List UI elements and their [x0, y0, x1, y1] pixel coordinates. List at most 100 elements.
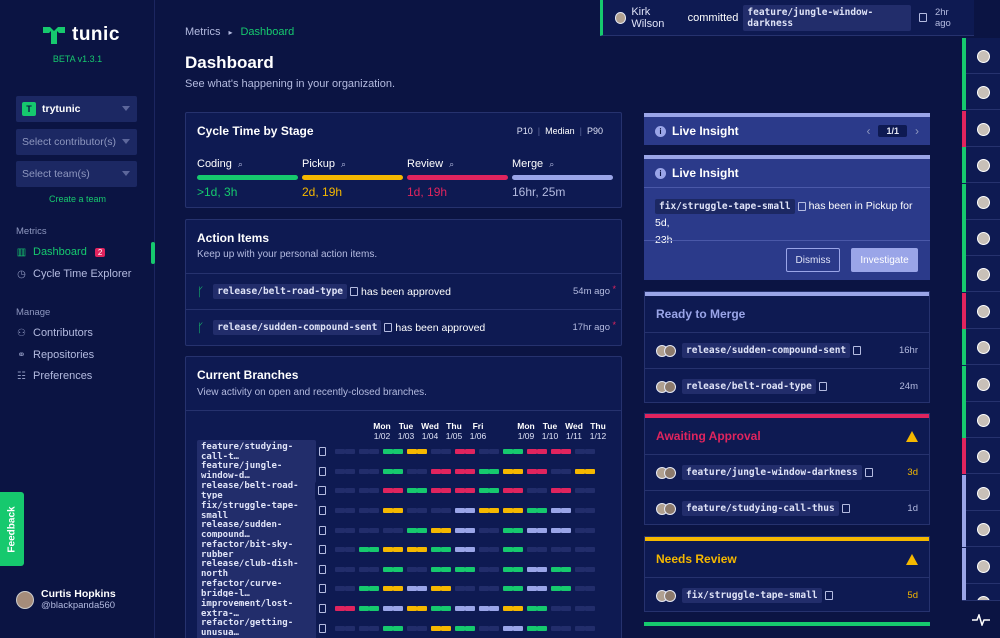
- activity-segment: [335, 449, 345, 455]
- copy-icon[interactable]: [318, 604, 326, 614]
- copy-icon[interactable]: [350, 287, 359, 296]
- list-item[interactable]: release/belt-road-type 24m: [645, 368, 929, 404]
- copy-icon[interactable]: [864, 468, 873, 477]
- feedback-button[interactable]: Feedback: [0, 492, 24, 566]
- activity-segment: [513, 547, 523, 553]
- activity-segment: [527, 625, 537, 631]
- activity-segment: [455, 527, 465, 533]
- copy-icon[interactable]: [318, 447, 326, 457]
- list-item[interactable]: fix/struggle-tape-small 5d: [645, 577, 929, 613]
- stage-merge[interactable]: Merge ⌕ 16hr, 25m: [512, 158, 613, 199]
- activity-item[interactable]: [962, 110, 1000, 147]
- activity-segment: [407, 606, 417, 612]
- activity-item[interactable]: [962, 547, 1000, 584]
- copy-icon[interactable]: [318, 545, 326, 555]
- stage-coding[interactable]: Coding ⌕ >1d, 3h: [197, 158, 298, 199]
- tunic-logo[interactable]: tunic: [42, 24, 120, 46]
- activity-segment: [417, 586, 427, 592]
- copy-icon[interactable]: [318, 584, 326, 594]
- stage-pickup[interactable]: Pickup ⌕ 2d, 19h: [302, 158, 403, 199]
- day-date: 1/05: [445, 431, 463, 441]
- avatar-group: [656, 502, 676, 515]
- action-item[interactable]: ᚴ release/sudden-compound-sent has been …: [186, 309, 621, 345]
- activity-item[interactable]: [962, 474, 1000, 511]
- activity-segment: [513, 586, 523, 592]
- commit-notification[interactable]: Kirk Wilson committed feature/jungle-win…: [600, 0, 974, 36]
- dismiss-button[interactable]: Dismiss: [786, 248, 840, 272]
- copy-icon[interactable]: [318, 623, 326, 633]
- avatar: [977, 195, 990, 209]
- activity-item[interactable]: [962, 74, 1000, 111]
- copy-icon[interactable]: [318, 564, 326, 574]
- copy-icon[interactable]: [853, 346, 862, 355]
- nav-cycle-time[interactable]: ◷ Cycle Time Explorer: [16, 268, 131, 280]
- item-time: 16hr: [898, 345, 918, 356]
- copy-icon[interactable]: [824, 591, 833, 600]
- activity-item[interactable]: [962, 147, 1000, 184]
- investigate-button[interactable]: Investigate: [851, 248, 918, 272]
- copy-icon[interactable]: [318, 525, 326, 535]
- action-item[interactable]: ᚴ release/belt-road-type has been approv…: [186, 273, 621, 309]
- list-item[interactable]: feature/jungle-window-darkness 3d: [645, 454, 929, 490]
- day-name: Wed: [421, 421, 439, 431]
- contributor-select[interactable]: Select contributor(s): [16, 129, 137, 155]
- p10-option[interactable]: P10: [517, 126, 533, 136]
- copy-icon[interactable]: [384, 323, 393, 332]
- list-item[interactable]: feature/studying-call-thus 1d: [645, 490, 929, 526]
- activity-item[interactable]: [962, 292, 1000, 329]
- activity-segment: [393, 527, 403, 533]
- activity-item[interactable]: [962, 220, 1000, 256]
- activity-item[interactable]: [962, 38, 1000, 74]
- nav-contributors[interactable]: ⚇ Contributors: [16, 327, 93, 339]
- chevron-left-icon[interactable]: ‹: [866, 124, 870, 138]
- chevron-right-icon[interactable]: ›: [915, 124, 919, 138]
- copy-icon[interactable]: [818, 382, 827, 391]
- activity-segment: [335, 488, 345, 494]
- breadcrumb-parent[interactable]: Metrics: [185, 26, 220, 38]
- nav-preferences[interactable]: ☷ Preferences: [16, 370, 92, 382]
- activity-segment: [561, 586, 571, 592]
- branch-row[interactable]: refactor/getting-unusua…: [197, 616, 617, 638]
- create-team-link[interactable]: Create a team: [0, 194, 155, 204]
- action-text: has been approved: [361, 285, 451, 298]
- clock-icon: ◷: [17, 268, 26, 280]
- activity-item[interactable]: [962, 438, 1000, 475]
- org-name: trytunic: [42, 103, 81, 115]
- median-option[interactable]: Median: [545, 126, 575, 136]
- activity-segment: [383, 566, 393, 572]
- nav-repositories[interactable]: ⚭ Repositories: [16, 349, 94, 361]
- action-time: 54m ago: [573, 286, 610, 297]
- notification-badge: 2: [94, 247, 106, 257]
- pulse-icon[interactable]: [962, 600, 1000, 638]
- activity-item[interactable]: [962, 329, 1000, 366]
- activity-item[interactable]: [962, 402, 1000, 438]
- copy-icon[interactable]: [841, 504, 850, 513]
- list-item[interactable]: release/sudden-compound-sent 16hr: [645, 332, 929, 368]
- activity-segment: [489, 468, 499, 474]
- day-date: 1/09: [517, 431, 535, 441]
- p90-option[interactable]: P90: [587, 126, 603, 136]
- activity-segment: [537, 606, 547, 612]
- activity-segment: [489, 449, 499, 455]
- activity-item[interactable]: [962, 511, 1000, 548]
- item-time: 24m: [899, 381, 918, 392]
- copy-icon[interactable]: [318, 506, 326, 516]
- user-profile[interactable]: Curtis Hopkins @blackpanda560: [16, 588, 116, 611]
- copy-icon[interactable]: [797, 201, 806, 211]
- copy-icon[interactable]: [919, 13, 927, 22]
- activity-segment: [345, 586, 355, 592]
- copy-icon[interactable]: [318, 486, 326, 496]
- copy-icon[interactable]: [318, 466, 326, 476]
- activity-segment: [393, 449, 403, 455]
- avatar-group: [656, 466, 676, 479]
- avatar: [615, 11, 627, 24]
- activity-item[interactable]: [962, 256, 1000, 293]
- stage-review[interactable]: Review ⌕ 1d, 19h: [407, 158, 508, 199]
- org-select[interactable]: T trytunic: [16, 96, 137, 122]
- action-text: has been approved: [395, 321, 486, 334]
- warning-icon: [906, 430, 918, 442]
- team-select[interactable]: Select team(s): [16, 161, 137, 187]
- activity-item[interactable]: [962, 183, 1000, 220]
- activity-item[interactable]: [962, 365, 1000, 402]
- nav-dashboard[interactable]: ▥ Dashboard 2: [16, 246, 106, 258]
